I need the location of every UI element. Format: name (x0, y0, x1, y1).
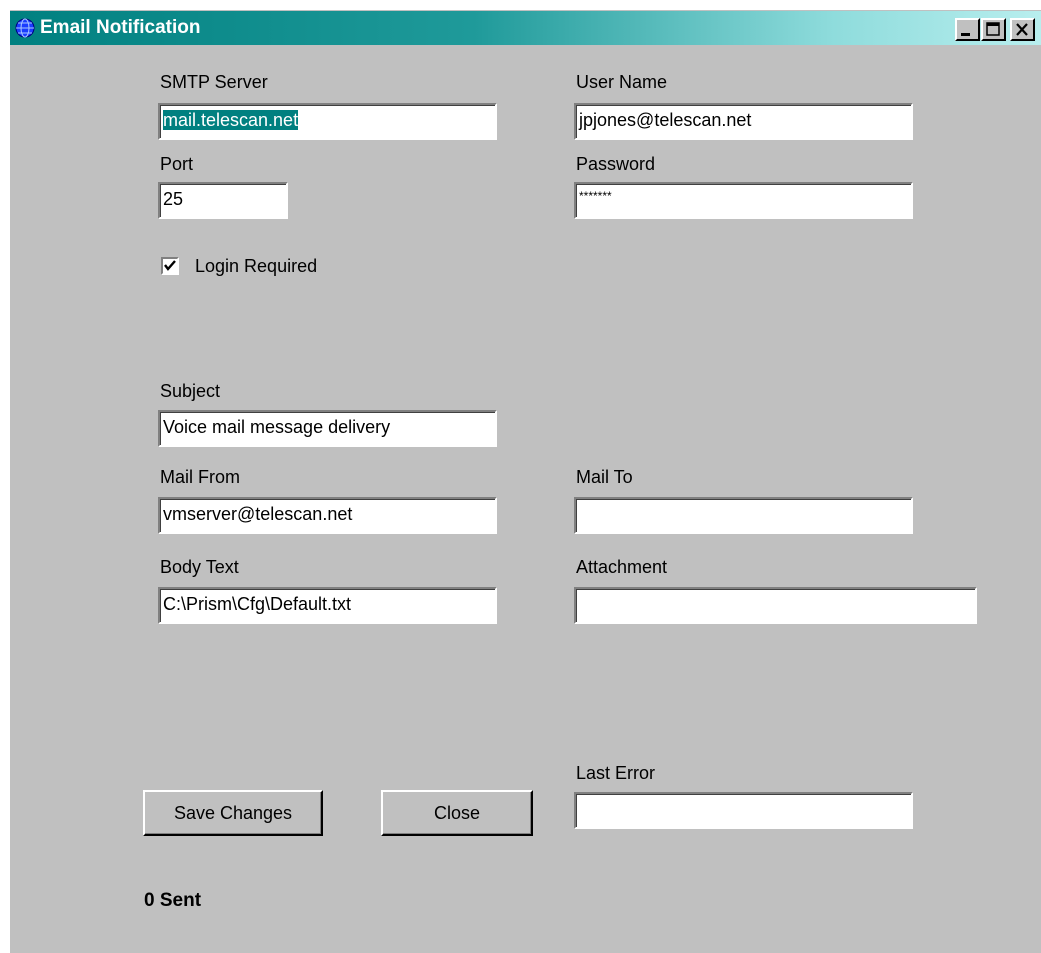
checkmark-icon (164, 260, 176, 271)
mail-to-label: Mail To (576, 467, 633, 487)
login-required-label: Login Required (195, 256, 318, 276)
mail-from-input[interactable]: vmserver@telescan.net (158, 497, 497, 534)
body-text-input[interactable]: C:\Prism\Cfg\Default.txt (158, 587, 497, 624)
password-input[interactable]: ******* (574, 182, 913, 219)
smtp-server-input[interactable]: mail.telescan.net (158, 103, 497, 140)
close-icon (1016, 23, 1028, 36)
mail-to-input[interactable] (574, 497, 913, 534)
user-name-input[interactable]: jpjones@telescan.net (574, 103, 913, 140)
minimize-button[interactable] (955, 18, 980, 41)
title-bar[interactable]: Email Notification (10, 11, 1041, 45)
attachment-label: Attachment (576, 557, 668, 577)
subject-input[interactable]: Voice mail message delivery (158, 410, 497, 447)
save-changes-button[interactable]: Save Changes (143, 790, 323, 836)
close-button[interactable]: Close (381, 790, 533, 836)
port-label: Port (160, 154, 194, 174)
sent-count: 0 Sent (144, 890, 202, 911)
maximize-button[interactable] (981, 18, 1006, 41)
smtp-server-value: mail.telescan.net (163, 110, 299, 130)
user-name-label: User Name (576, 72, 668, 92)
minimize-icon (961, 33, 970, 36)
globe-icon (15, 18, 35, 38)
body-text-label: Body Text (160, 557, 239, 577)
last-error-field (574, 792, 913, 829)
maximize-icon (986, 22, 1000, 36)
subject-label: Subject (160, 381, 221, 401)
login-required-checkbox[interactable] (161, 257, 179, 275)
mail-from-label: Mail From (160, 467, 240, 487)
last-error-label: Last Error (576, 763, 656, 783)
smtp-server-label: SMTP Server (160, 72, 268, 92)
password-label: Password (576, 154, 656, 174)
window-title: Email Notification (40, 17, 201, 38)
close-window-button[interactable] (1010, 18, 1035, 41)
attachment-input[interactable] (574, 587, 977, 624)
port-input[interactable]: 25 (158, 182, 288, 219)
